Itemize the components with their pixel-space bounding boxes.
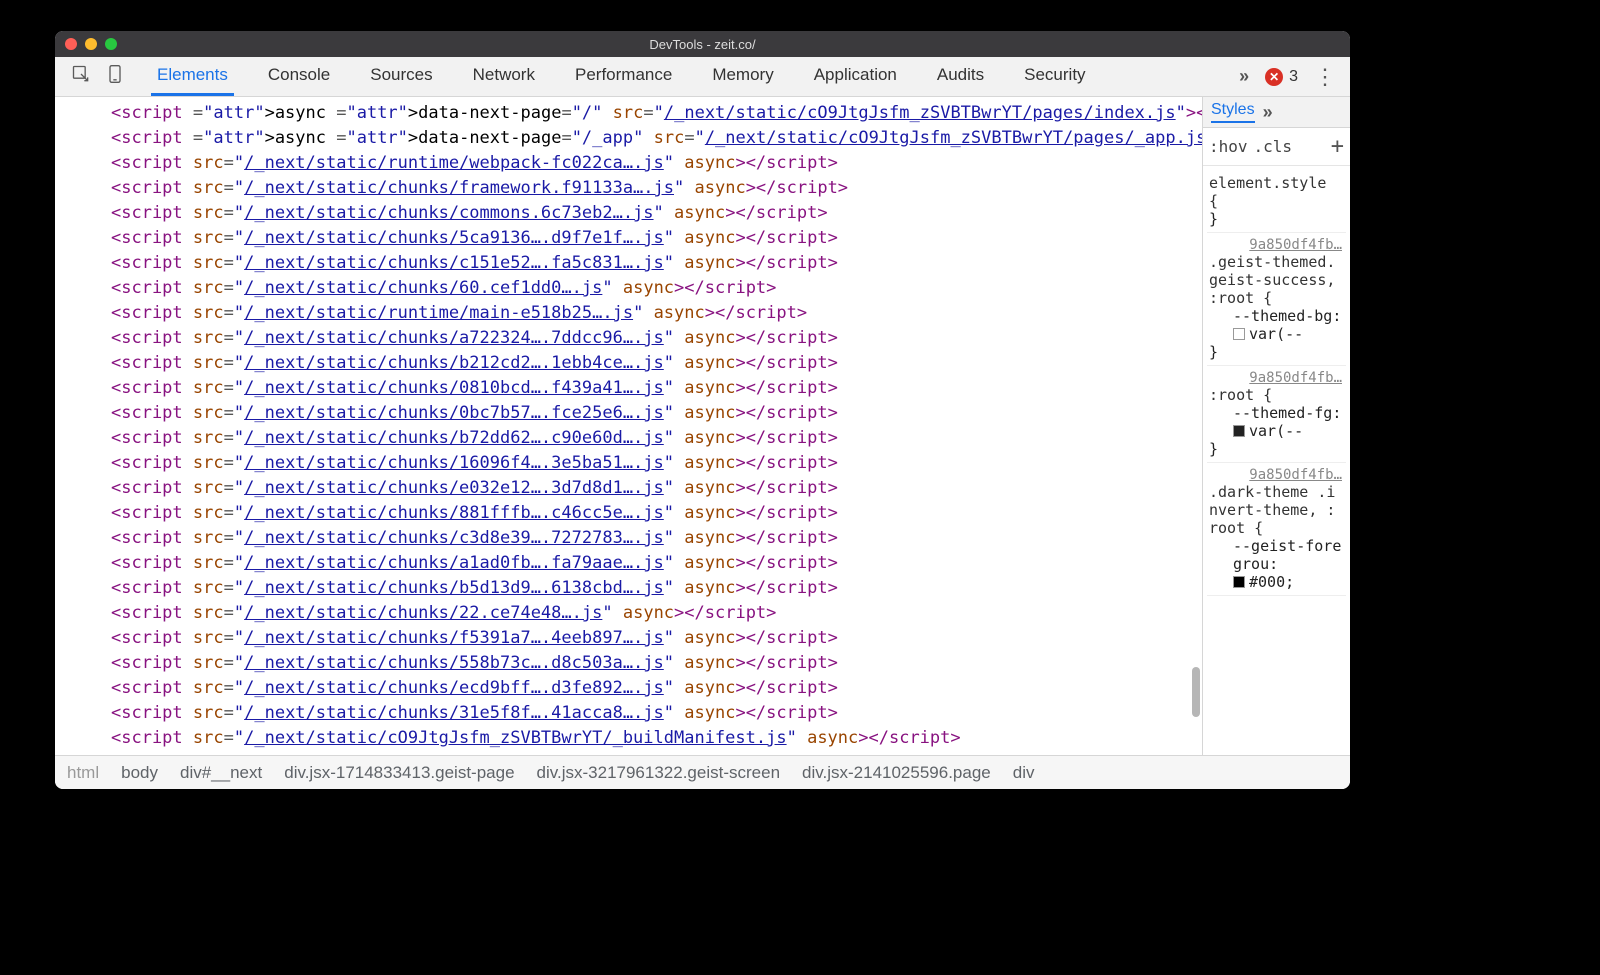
dom-node[interactable]: <script src="/_next/static/chunks/b5d13d…: [61, 576, 1202, 601]
dom-node[interactable]: <script src="/_next/static/chunks/f5391a…: [61, 626, 1202, 651]
dom-node[interactable]: <script src="/_next/static/chunks/common…: [61, 201, 1202, 226]
titlebar: DevTools - zeit.co/: [55, 31, 1350, 57]
dom-node[interactable]: <script src="/_next/static/chunks/ecd9bf…: [61, 676, 1202, 701]
dom-node[interactable]: <script src="/_next/static/chunks/60.cef…: [61, 276, 1202, 301]
breadcrumb-item[interactable]: div.jsx-1714833413.geist-page: [284, 763, 514, 783]
scrollbar-thumb[interactable]: [1192, 667, 1200, 717]
cls-toggle[interactable]: .cls: [1254, 137, 1293, 156]
tab-audits[interactable]: Audits: [931, 57, 990, 96]
dom-node[interactable]: <script src="/_next/static/chunks/a72232…: [61, 326, 1202, 351]
dom-node[interactable]: <script src="/_next/static/chunks/0810bc…: [61, 376, 1202, 401]
styles-pane: Styles » :hov .cls + element.style {}9a8…: [1202, 97, 1350, 755]
dom-node[interactable]: <script src="/_next/static/chunks/framew…: [61, 176, 1202, 201]
dom-node[interactable]: <script src="/_next/static/runtime/main-…: [61, 301, 1202, 326]
dom-node[interactable]: <script src="/_next/static/chunks/e032e1…: [61, 476, 1202, 501]
dom-node[interactable]: <script src="/_next/static/chunks/5ca913…: [61, 226, 1202, 251]
style-rules[interactable]: element.style {}9a850df4fb….geist-themed…: [1203, 166, 1350, 755]
inspect-icon[interactable]: [71, 64, 91, 89]
dom-node[interactable]: <script ="attr">async ="attr">data-next-…: [61, 126, 1202, 151]
dom-node[interactable]: <script src="/_next/static/chunks/c151e5…: [61, 251, 1202, 276]
style-rule[interactable]: 9a850df4fb….dark-theme .invert-theme, :r…: [1207, 463, 1346, 596]
breadcrumb-item[interactable]: div#__next: [180, 763, 262, 783]
dom-node[interactable]: <script src="/_next/static/cO9JtgJsfm_zS…: [61, 726, 1202, 751]
dom-breadcrumbs: html body div#__next div.jsx-1714833413.gei…: [55, 755, 1350, 789]
tab-application[interactable]: Application: [808, 57, 903, 96]
dom-node[interactable]: <script src="/_next/static/chunks/a1ad0f…: [61, 551, 1202, 576]
error-count-value: 3: [1289, 68, 1298, 86]
dom-node[interactable]: <script src="/_next/static/chunks/31e5f8…: [61, 701, 1202, 726]
tab-performance[interactable]: Performance: [569, 57, 678, 96]
breadcrumb-item[interactable]: body: [121, 763, 158, 783]
zoom-window-button[interactable]: [105, 38, 117, 50]
settings-menu-icon[interactable]: ⋮: [1314, 64, 1336, 90]
dom-node[interactable]: <script src="/_next/static/chunks/b212cd…: [61, 351, 1202, 376]
window-title: DevTools - zeit.co/: [55, 37, 1350, 52]
error-count[interactable]: ✕ 3: [1265, 68, 1298, 86]
scrollbar[interactable]: [1190, 97, 1202, 755]
style-rule[interactable]: 9a850df4fb….geist-themed.geist-success, …: [1207, 233, 1346, 366]
dom-node[interactable]: <script src="/_next/static/chunks/558b73…: [61, 651, 1202, 676]
tab-security[interactable]: Security: [1018, 57, 1091, 96]
dom-node[interactable]: <script src="/_next/static/chunks/b72dd6…: [61, 426, 1202, 451]
breadcrumb-item[interactable]: html: [67, 763, 99, 783]
style-rule[interactable]: 9a850df4fb…:root {--themed-fg:var(--}: [1207, 366, 1346, 463]
overflow-tabs-icon[interactable]: »: [1239, 66, 1249, 87]
breadcrumb-item[interactable]: div: [1013, 763, 1035, 783]
dom-node[interactable]: <script src="/_next/static/runtime/webpa…: [61, 151, 1202, 176]
styles-subtabs: Styles »: [1203, 97, 1350, 128]
dom-node[interactable]: <script src="/_next/static/chunks/22.ce7…: [61, 601, 1202, 626]
breadcrumb-item[interactable]: div.jsx-3217961322.geist-screen: [537, 763, 781, 783]
source-link[interactable]: 9a850df4fb…: [1209, 370, 1344, 386]
styles-toolbar: :hov .cls +: [1203, 128, 1350, 166]
dom-node[interactable]: <script src="/_next/static/chunks/c3d8e3…: [61, 526, 1202, 551]
source-link[interactable]: 9a850df4fb…: [1209, 237, 1344, 253]
tab-elements[interactable]: Elements: [151, 57, 234, 96]
toolbar: Elements Console Sources Network Performance…: [55, 57, 1350, 97]
dom-node[interactable]: <script src="/_next/static/chunks/881fff…: [61, 501, 1202, 526]
breadcrumb-item[interactable]: div.jsx-2141025596.page: [802, 763, 991, 783]
device-toggle-icon[interactable]: [105, 64, 125, 89]
style-rule[interactable]: element.style {}: [1207, 170, 1346, 233]
new-style-rule-icon[interactable]: +: [1331, 134, 1344, 159]
dom-node[interactable]: <script src="/_next/static/chunks/0bc7b5…: [61, 401, 1202, 426]
devtools-window: DevTools - zeit.co/ Elements Console Sourc…: [55, 31, 1350, 789]
minimize-window-button[interactable]: [85, 38, 97, 50]
main-panels: <script ="attr">async ="attr">data-next-…: [55, 97, 1350, 755]
styles-tab[interactable]: Styles: [1211, 101, 1255, 123]
tab-sources[interactable]: Sources: [364, 57, 438, 96]
hov-toggle[interactable]: :hov: [1209, 137, 1248, 156]
tab-network[interactable]: Network: [467, 57, 541, 96]
tab-memory[interactable]: Memory: [706, 57, 779, 96]
styles-overflow-icon[interactable]: »: [1263, 102, 1273, 123]
dom-node[interactable]: <script ="attr">async ="attr">data-next-…: [61, 101, 1202, 126]
window-controls: [65, 38, 117, 50]
close-window-button[interactable]: [65, 38, 77, 50]
error-icon: ✕: [1265, 68, 1283, 86]
dom-node[interactable]: <script src="/_next/static/chunks/16096f…: [61, 451, 1202, 476]
elements-tree[interactable]: <script ="attr">async ="attr">data-next-…: [55, 97, 1202, 755]
tab-console[interactable]: Console: [262, 57, 336, 96]
panel-tabs: Elements Console Sources Network Performance…: [141, 57, 1092, 96]
source-link[interactable]: 9a850df4fb…: [1209, 467, 1344, 483]
